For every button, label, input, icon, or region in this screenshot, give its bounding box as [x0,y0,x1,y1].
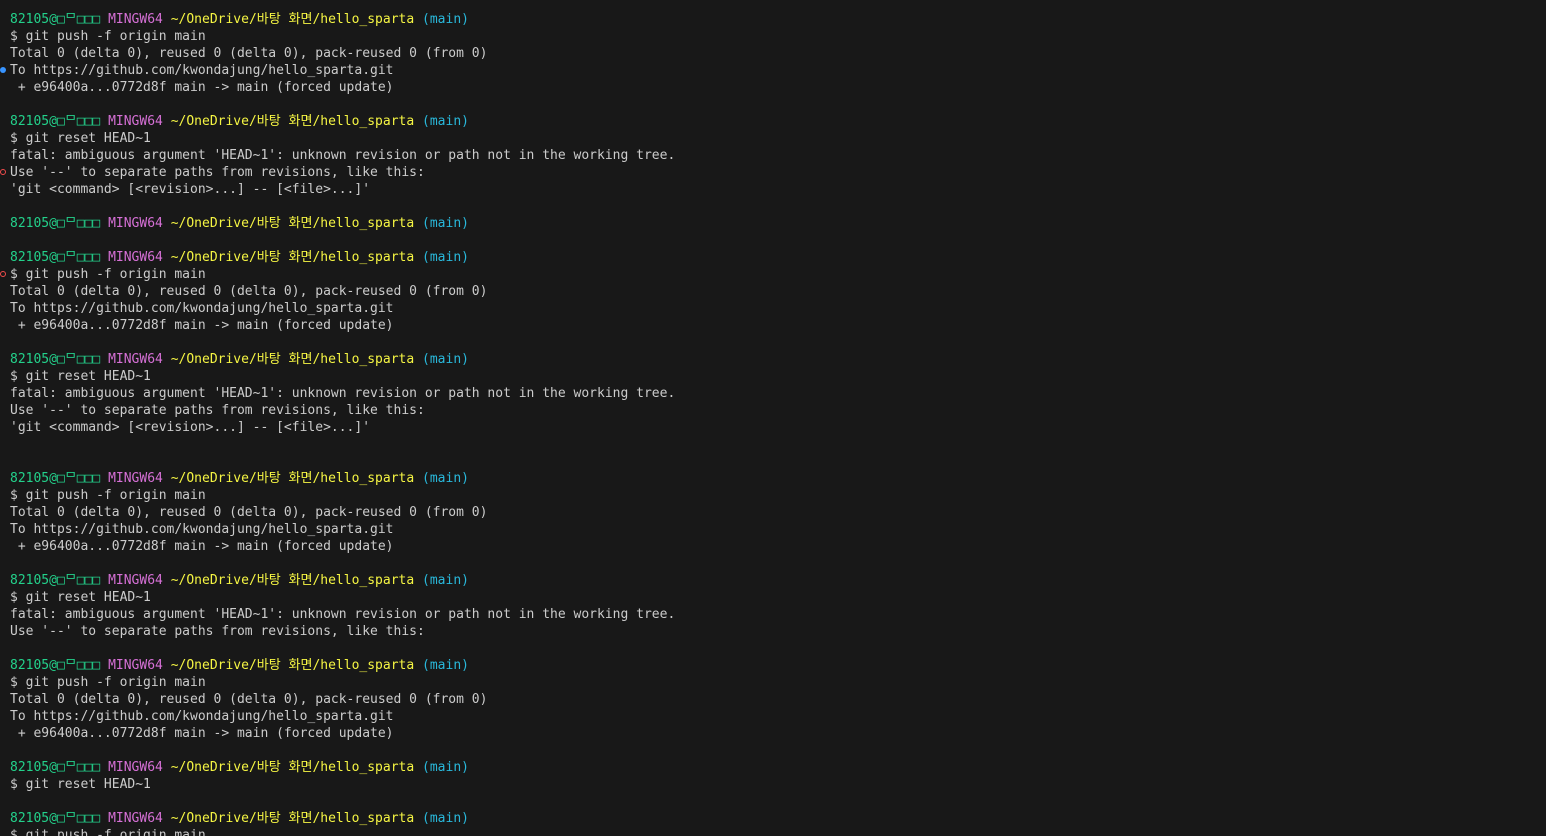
prompt-host: MINGW64 [108,471,163,486]
prompt-path: ~/OneDrive/바탕 화면/hello_sparta [170,811,415,826]
prompt-host: MINGW64 [108,114,163,129]
prompt-user: 82105@□ᄆ□□□ [10,216,101,231]
prompt-path: ~/OneDrive/바탕 화면/hello_sparta [170,352,415,367]
output-line: Total 0 (delta 0), reused 0 (delta 0), p… [10,46,488,61]
prompt-line: 82105@□ᄆ□□□ MINGW64 ~/OneDrive/바탕 화면/hel… [10,351,469,368]
prompt-branch: (main) [422,216,469,231]
output-line: Use '--' to separate paths from revision… [10,165,425,180]
prompt-host: MINGW64 [108,811,163,826]
output-line: Total 0 (delta 0), reused 0 (delta 0), p… [10,692,488,707]
output-line: Total 0 (delta 0), reused 0 (delta 0), p… [10,284,488,299]
prompt-host: MINGW64 [108,12,163,27]
prompt-path: ~/OneDrive/바탕 화면/hello_sparta [170,12,415,27]
output-line: + e96400a...0772d8f main -> main (forced… [10,539,394,554]
prompt-host: MINGW64 [108,658,163,673]
prompt-host: MINGW64 [108,352,163,367]
output-line: Total 0 (delta 0), reused 0 (delta 0), p… [10,505,488,520]
prompt-user: 82105@□ᄆ□□□ [10,114,101,129]
command-line: $ git reset HEAD~1 [10,131,151,146]
command-error-circle-icon[interactable] [0,169,6,175]
prompt-user: 82105@□ᄆ□□□ [10,658,101,673]
prompt-user: 82105@□ᄆ□□□ [10,471,101,486]
prompt-branch: (main) [422,811,469,826]
prompt-line: 82105@□ᄆ□□□ MINGW64 ~/OneDrive/바탕 화면/hel… [10,11,469,28]
command-line: $ git push -f origin main [10,267,206,282]
output-line: To https://github.com/kwondajung/hello_s… [10,63,394,78]
terminal-output[interactable]: 82105@□ᄆ□□□ MINGW64 ~/OneDrive/바탕 화면/hel… [0,0,1546,836]
prompt-line: 82105@□ᄆ□□□ MINGW64 ~/OneDrive/바탕 화면/hel… [10,113,469,130]
prompt-line: 82105@□ᄆ□□□ MINGW64 ~/OneDrive/바탕 화면/hel… [10,215,469,232]
command-line: $ git push -f origin main [10,675,206,690]
command-error-circle-icon[interactable] [0,271,6,277]
prompt-user: 82105@□ᄆ□□□ [10,12,101,27]
command-line: $ git reset HEAD~1 [10,777,151,792]
prompt-user: 82105@□ᄆ□□□ [10,573,101,588]
prompt-branch: (main) [422,471,469,486]
output-line: To https://github.com/kwondajung/hello_s… [10,522,394,537]
output-line: fatal: ambiguous argument 'HEAD~1': unkn… [10,607,676,622]
output-line: Use '--' to separate paths from revision… [10,403,425,418]
prompt-line: 82105@□ᄆ□□□ MINGW64 ~/OneDrive/바탕 화면/hel… [10,249,469,266]
prompt-branch: (main) [422,12,469,27]
prompt-host: MINGW64 [108,573,163,588]
command-line: $ git reset HEAD~1 [10,590,151,605]
prompt-branch: (main) [422,114,469,129]
prompt-user: 82105@□ᄆ□□□ [10,760,101,775]
prompt-branch: (main) [422,352,469,367]
output-line: To https://github.com/kwondajung/hello_s… [10,709,394,724]
prompt-path: ~/OneDrive/바탕 화면/hello_sparta [170,760,415,775]
prompt-path: ~/OneDrive/바탕 화면/hello_sparta [170,216,415,231]
prompt-path: ~/OneDrive/바탕 화면/hello_sparta [170,250,415,265]
prompt-user: 82105@□ᄆ□□□ [10,250,101,265]
prompt-user: 82105@□ᄆ□□□ [10,811,101,826]
prompt-line: 82105@□ᄆ□□□ MINGW64 ~/OneDrive/바탕 화면/hel… [10,572,469,589]
output-line: fatal: ambiguous argument 'HEAD~1': unkn… [10,148,676,163]
command-line: $ git push -f origin main [10,828,206,836]
prompt-branch: (main) [422,760,469,775]
prompt-line: 82105@□ᄆ□□□ MINGW64 ~/OneDrive/바탕 화면/hel… [10,810,469,827]
prompt-path: ~/OneDrive/바탕 화면/hello_sparta [170,114,415,129]
output-line: 'git <command> [<revision>...] -- [<file… [10,420,371,435]
output-line: To https://github.com/kwondajung/hello_s… [10,301,394,316]
prompt-line: 82105@□ᄆ□□□ MINGW64 ~/OneDrive/바탕 화면/hel… [10,470,469,487]
prompt-branch: (main) [422,250,469,265]
command-success-dot-icon[interactable] [0,67,6,73]
prompt-host: MINGW64 [108,760,163,775]
command-line: $ git reset HEAD~1 [10,369,151,384]
output-line: + e96400a...0772d8f main -> main (forced… [10,726,394,741]
prompt-path: ~/OneDrive/바탕 화면/hello_sparta [170,471,415,486]
prompt-line: 82105@□ᄆ□□□ MINGW64 ~/OneDrive/바탕 화면/hel… [10,657,469,674]
prompt-path: ~/OneDrive/바탕 화면/hello_sparta [170,658,415,673]
prompt-host: MINGW64 [108,250,163,265]
prompt-branch: (main) [422,658,469,673]
prompt-line: 82105@□ᄆ□□□ MINGW64 ~/OneDrive/바탕 화면/hel… [10,759,469,776]
output-line: fatal: ambiguous argument 'HEAD~1': unkn… [10,386,676,401]
prompt-host: MINGW64 [108,216,163,231]
command-line: $ git push -f origin main [10,488,206,503]
output-line: Use '--' to separate paths from revision… [10,624,425,639]
prompt-path: ~/OneDrive/바탕 화면/hello_sparta [170,573,415,588]
prompt-user: 82105@□ᄆ□□□ [10,352,101,367]
output-line: 'git <command> [<revision>...] -- [<file… [10,182,371,197]
output-line: + e96400a...0772d8f main -> main (forced… [10,318,394,333]
prompt-branch: (main) [422,573,469,588]
command-line: $ git push -f origin main [10,29,206,44]
output-line: + e96400a...0772d8f main -> main (forced… [10,80,394,95]
